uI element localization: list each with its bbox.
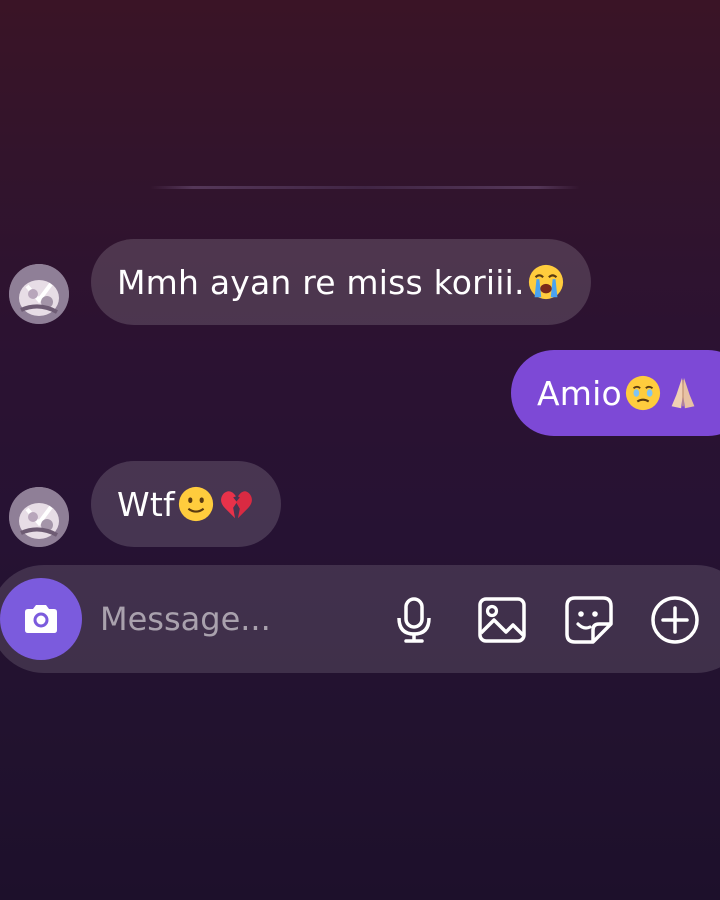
message-input[interactable] bbox=[100, 595, 370, 643]
face-holding-back-tears-icon bbox=[624, 374, 662, 412]
sticker-icon bbox=[565, 596, 613, 644]
microphone-icon bbox=[397, 597, 431, 643]
message-text: Wtf bbox=[117, 484, 175, 524]
camera-button[interactable] bbox=[0, 578, 82, 660]
more-options-button[interactable] bbox=[649, 594, 701, 646]
outgoing-message-bubble[interactable]: Amio bbox=[511, 350, 720, 436]
incoming-message-bubble[interactable]: Mmh ayan re miss koriii. bbox=[91, 239, 591, 325]
sticker-button[interactable] bbox=[563, 594, 615, 646]
contact-avatar[interactable] bbox=[9, 487, 69, 547]
contact-avatar[interactable] bbox=[9, 264, 69, 324]
microphone-button[interactable] bbox=[388, 594, 440, 646]
loudly-crying-face-icon bbox=[527, 263, 565, 301]
broken-heart-icon bbox=[217, 485, 255, 523]
camera-icon bbox=[25, 605, 57, 633]
message-text: Amio bbox=[537, 373, 622, 413]
message-text: Mmh ayan re miss koriii. bbox=[117, 262, 525, 302]
folded-hands-icon bbox=[664, 374, 702, 412]
image-icon bbox=[478, 597, 526, 643]
gallery-button[interactable] bbox=[476, 594, 528, 646]
thread-divider bbox=[150, 186, 580, 189]
slightly-smiling-face-icon bbox=[177, 485, 215, 523]
plus-circle-icon bbox=[651, 596, 699, 644]
incoming-message-bubble[interactable]: Wtf bbox=[91, 461, 281, 547]
